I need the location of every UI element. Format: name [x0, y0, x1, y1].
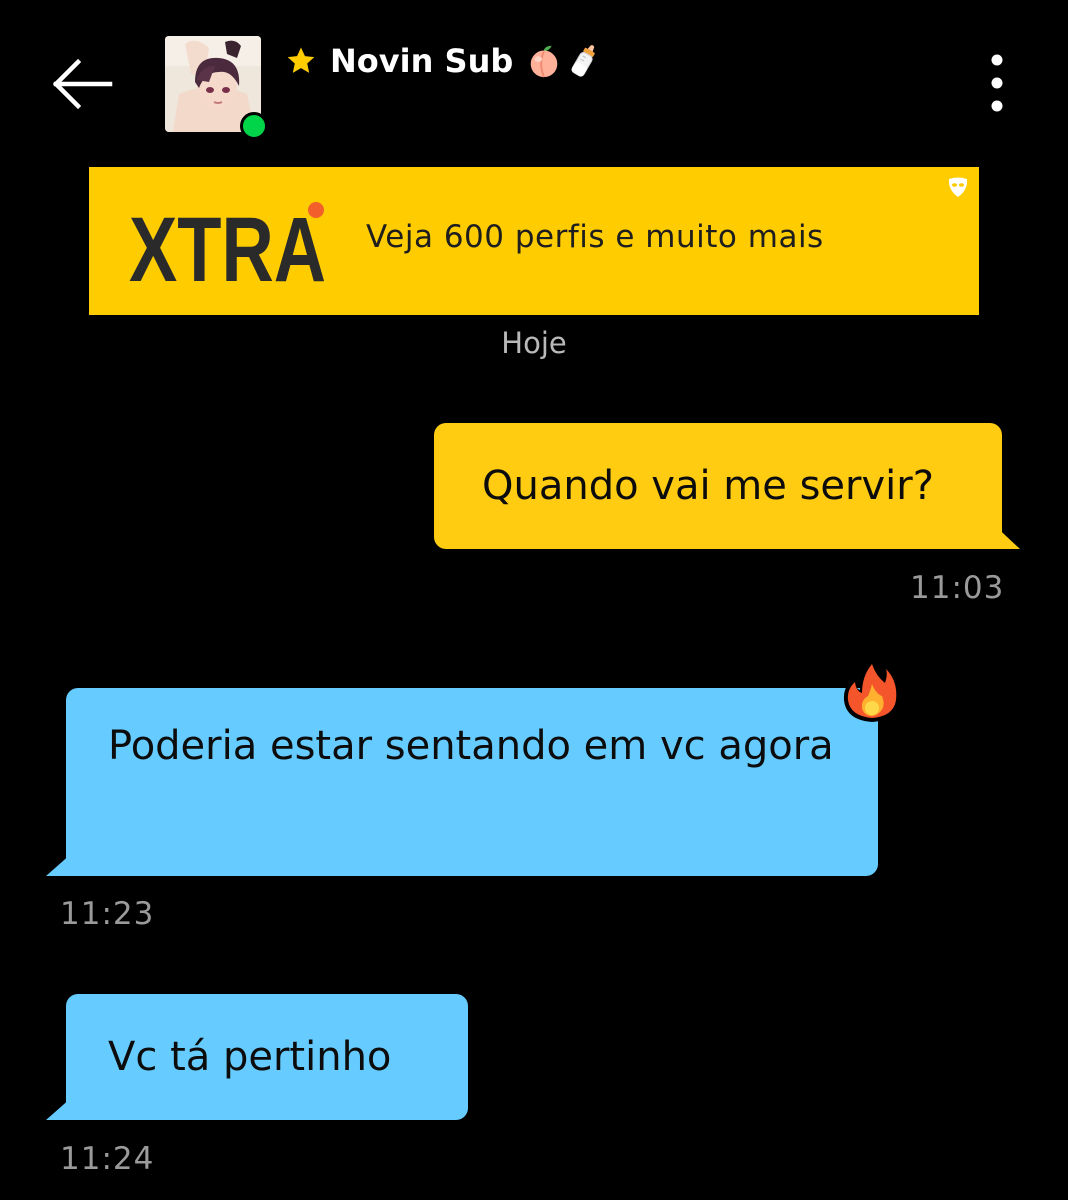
- message-timestamp: 11:23: [60, 896, 155, 932]
- arrow-left-icon: [52, 58, 113, 110]
- bubble-tail: [46, 846, 80, 876]
- message-bubble-outgoing[interactable]: Quando vai me servir?: [434, 423, 1002, 549]
- date-separator: Hoje: [501, 326, 567, 360]
- profile-name: Novin Sub: [330, 42, 514, 80]
- message-bubble-incoming[interactable]: Poderia estar sentando em vc agora: [66, 688, 878, 876]
- online-status-indicator: [240, 112, 268, 140]
- xtra-logo: XTRA: [129, 199, 326, 289]
- message-text: Poderia estar sentando em vc agora: [108, 723, 834, 769]
- more-options-button[interactable]: [974, 52, 1020, 116]
- peach-icon: [530, 45, 558, 78]
- bubble-tail: [46, 1090, 80, 1120]
- fire-icon[interactable]: [838, 656, 906, 726]
- svg-text:XTRA: XTRA: [129, 199, 326, 289]
- message-bubble-incoming[interactable]: Vc tá pertinho: [66, 994, 468, 1120]
- bubble-tail: [990, 521, 1020, 549]
- more-vertical-icon: [991, 54, 1003, 112]
- message-timestamp: 11:03: [910, 570, 1005, 606]
- back-button[interactable]: [50, 58, 116, 110]
- banner-text: Veja 600 perfis e muito mais: [366, 219, 824, 255]
- message-text: Quando vai me servir?: [482, 463, 934, 509]
- name-emojis: [525, 42, 603, 80]
- grindr-mask-icon: [948, 177, 968, 197]
- message-text: Vc tá pertinho: [108, 1034, 392, 1080]
- message-timestamp: 11:24: [60, 1141, 155, 1177]
- baby-bottle-icon: [571, 45, 596, 77]
- star-icon: [287, 47, 315, 73]
- xtra-upgrade-banner[interactable]: XTRA Veja 600 perfis e muito mais: [89, 167, 979, 315]
- profile-name-row[interactable]: Novin Sub: [284, 38, 603, 84]
